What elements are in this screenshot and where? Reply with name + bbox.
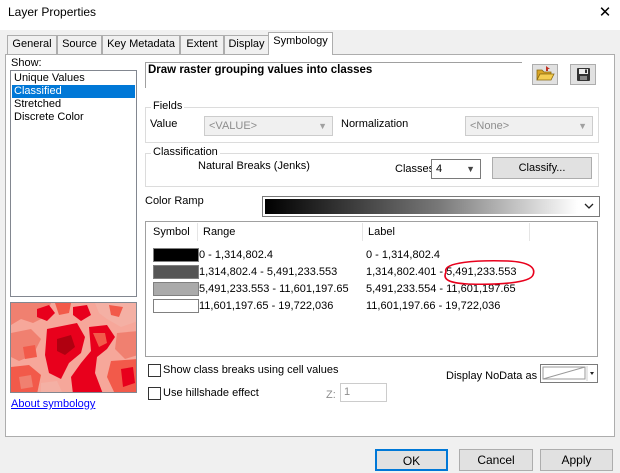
list-item-stretched[interactable]: Stretched	[12, 98, 135, 111]
class-range[interactable]: 1,314,802.4 - 5,491,233.553	[199, 265, 337, 279]
color-ramp-select[interactable]	[262, 196, 600, 217]
classes-label: Classes	[395, 163, 435, 175]
value-field-select[interactable]: <VALUE> ▼	[204, 116, 333, 136]
value-label: Value	[150, 118, 178, 130]
nodata-color-picker[interactable]	[540, 364, 598, 383]
range-column-header[interactable]: Range	[203, 226, 235, 238]
renderer-description: Draw raster grouping values into classes	[145, 62, 522, 88]
chevron-down-icon: ▼	[318, 121, 327, 131]
list-item-discrete-color[interactable]: Discrete Color	[12, 111, 135, 124]
class-table[interactable]: Symbol Range Label 0 - 1,314,802.4 0 - 1…	[145, 221, 598, 357]
red-annotation-circle	[444, 259, 535, 286]
value-field-selected: <VALUE>	[209, 120, 258, 132]
class-symbol-swatch[interactable]	[153, 248, 199, 262]
folder-open-icon	[536, 66, 555, 81]
column-divider	[197, 223, 198, 241]
tab-key-metadata[interactable]: Key Metadata	[102, 35, 180, 54]
hillshade-checkbox[interactable]	[148, 387, 161, 400]
open-layer-file-button[interactable]	[532, 64, 558, 85]
normalization-select[interactable]: <None> ▼	[465, 116, 593, 136]
list-item-classified[interactable]: Classified	[12, 85, 135, 98]
label-column-header[interactable]: Label	[368, 226, 395, 238]
apply-button[interactable]: Apply	[540, 449, 613, 471]
about-symbology-link[interactable]: About symbology	[11, 398, 95, 410]
column-divider	[362, 223, 363, 241]
class-symbol-swatch[interactable]	[153, 282, 199, 296]
ok-button[interactable]: OK	[375, 449, 448, 471]
save-disk-icon	[577, 68, 590, 81]
show-class-breaks-label: Show class breaks using cell values	[163, 364, 339, 376]
list-item-unique-values[interactable]: Unique Values	[12, 72, 135, 85]
tab-symbology[interactable]: Symbology	[268, 32, 333, 55]
chevron-down-icon: ▼	[466, 164, 475, 174]
chevron-down-icon: ▼	[578, 121, 587, 131]
normalization-label: Normalization	[341, 118, 409, 130]
class-label[interactable]: 0 - 1,314,802.4	[366, 248, 440, 262]
show-class-breaks-checkbox[interactable]	[148, 364, 161, 377]
cancel-button[interactable]: Cancel	[459, 449, 533, 471]
classification-method: Natural Breaks (Jenks)	[198, 160, 310, 172]
class-label[interactable]: 11,601,197.66 - 19,722,036	[366, 299, 500, 313]
tab-display[interactable]: Display	[224, 35, 269, 54]
column-divider	[529, 223, 530, 241]
normalization-selected: <None>	[470, 120, 510, 132]
nodata-swatch-icon	[542, 366, 594, 381]
z-factor-input[interactable]: 1	[340, 383, 387, 402]
symbol-column-header[interactable]: Symbol	[153, 226, 190, 238]
color-ramp-label: Color Ramp	[145, 195, 204, 207]
show-label: Show:	[11, 57, 42, 69]
window-title: Layer Properties	[8, 5, 97, 19]
class-range[interactable]: 0 - 1,314,802.4	[199, 248, 273, 262]
color-ramp-gradient	[265, 199, 578, 214]
tab-extent[interactable]: Extent	[180, 35, 224, 54]
classes-select[interactable]: 4 ▼	[431, 159, 481, 179]
chevron-down-icon	[584, 203, 594, 209]
fields-group-title: Fields	[151, 100, 185, 112]
class-symbol-swatch[interactable]	[153, 299, 199, 313]
class-range[interactable]: 11,601,197.65 - 19,722,036	[199, 299, 333, 313]
classification-group-title: Classification	[151, 146, 220, 158]
tab-general[interactable]: General	[7, 35, 57, 54]
save-layer-file-button[interactable]	[570, 64, 596, 85]
tab-source[interactable]: Source	[57, 35, 102, 54]
close-icon[interactable]: ✕	[596, 3, 614, 21]
symbology-preview-image	[10, 302, 137, 393]
classes-value: 4	[436, 163, 443, 175]
hillshade-label: Use hillshade effect	[163, 387, 259, 399]
classify-button[interactable]: Classify...	[492, 157, 592, 179]
class-symbol-swatch[interactable]	[153, 265, 199, 279]
nodata-label: Display NoData as	[446, 370, 538, 382]
class-range[interactable]: 5,491,233.553 - 11,601,197.65	[199, 282, 349, 296]
renderer-list[interactable]: Unique Values Classified Stretched Discr…	[10, 70, 137, 297]
z-factor-label: Z:	[326, 389, 336, 401]
